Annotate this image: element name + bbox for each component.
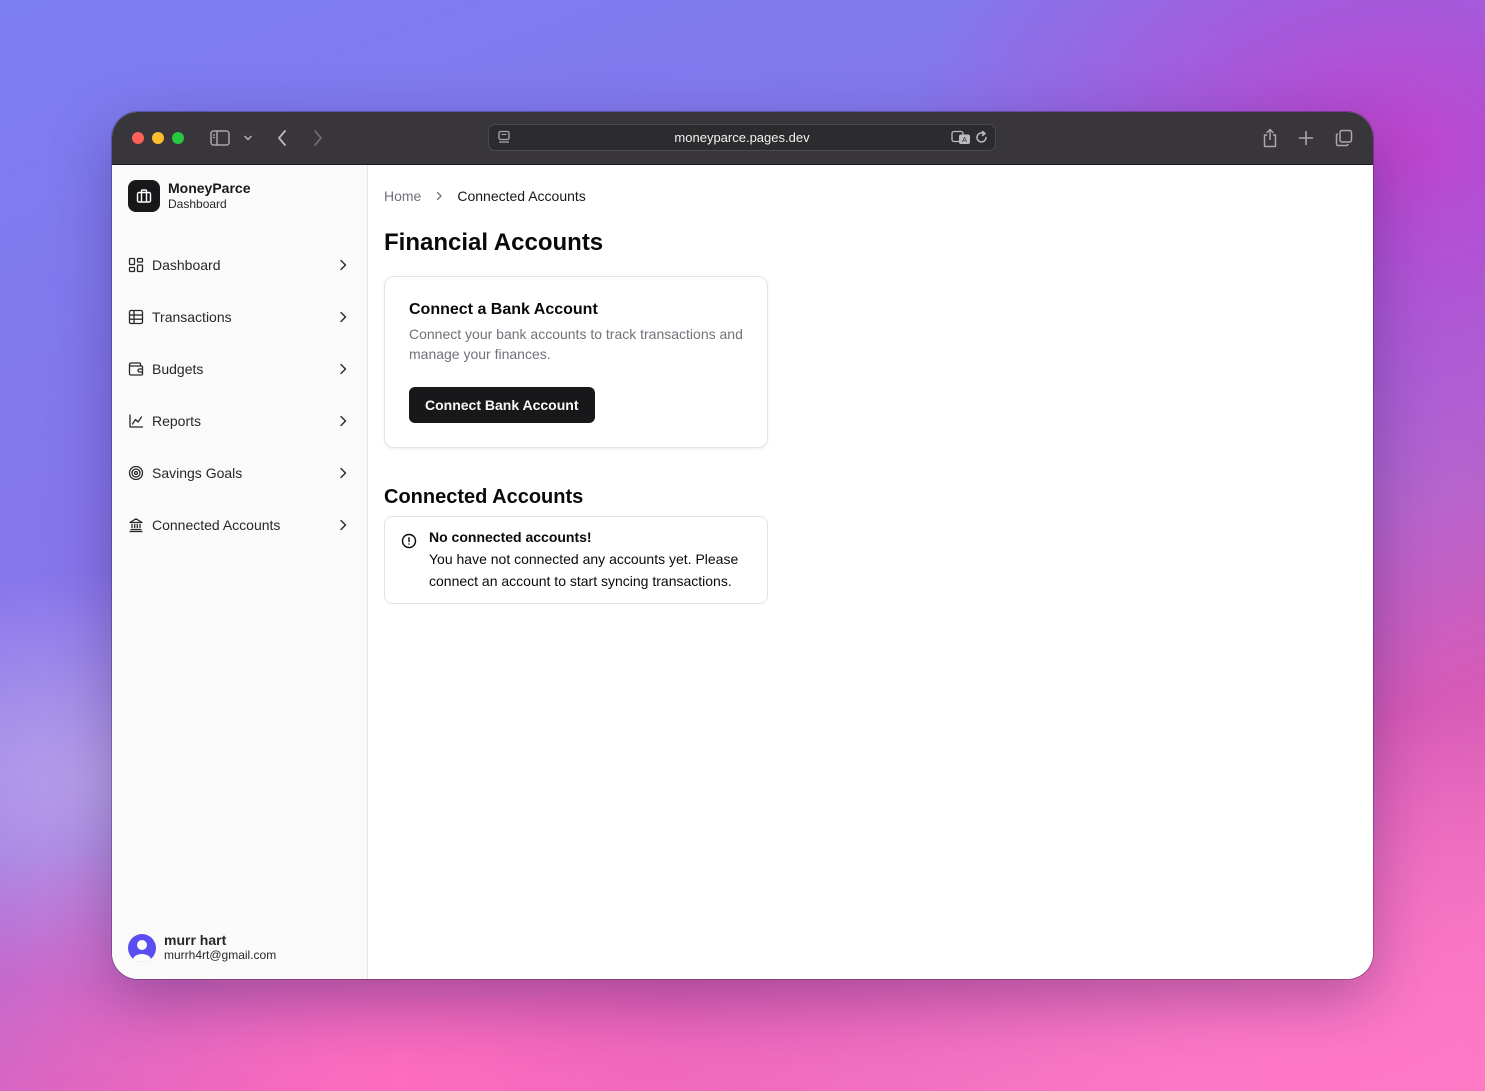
card-description: Connect your bank accounts to track tran…	[409, 326, 743, 362]
sidebar-item-label: Connected Accounts	[152, 517, 281, 533]
sidebar-item-budgets[interactable]: Budgets	[120, 351, 359, 387]
chart-line-icon	[128, 413, 144, 429]
sidebar-item-label: Reports	[152, 413, 202, 429]
sidebar-item-label: Budgets	[152, 361, 204, 377]
sidebar-toggle-icon[interactable]	[208, 126, 232, 150]
sidebar-item-dashboard[interactable]: Dashboard	[120, 247, 359, 283]
url-text[interactable]: moneyparce.pages.dev	[489, 125, 995, 150]
chevron-right-icon	[433, 190, 445, 202]
user-email: murrh4rt@gmail.com	[164, 948, 277, 962]
card-title: Connect a Bank Account	[409, 301, 598, 318]
chevron-right-icon	[335, 517, 351, 533]
alert-description: You have not connected any accounts yet.…	[429, 551, 739, 589]
browser-window: moneyparce.pages.dev A MoneyParce Dashbo…	[112, 112, 1373, 979]
connect-bank-account-button[interactable]: Connect Bank Account	[409, 387, 595, 423]
tab-overview-icon[interactable]	[1334, 126, 1354, 150]
avatar	[128, 934, 156, 962]
wallet-icon	[128, 361, 144, 377]
breadcrumb: Home Connected Accounts	[384, 188, 586, 204]
target-icon	[128, 465, 144, 481]
new-tab-icon[interactable]	[1296, 126, 1316, 150]
chevron-right-icon	[335, 257, 351, 273]
translate-icon[interactable]: A	[951, 130, 971, 150]
alert-circle-icon	[401, 533, 417, 549]
breadcrumb-current: Connected Accounts	[457, 188, 586, 204]
brand[interactable]: MoneyParce Dashboard	[128, 180, 250, 212]
browser-toolbar: moneyparce.pages.dev A	[112, 112, 1373, 165]
table-icon	[128, 309, 144, 325]
sidebar-item-connected-accounts[interactable]: Connected Accounts	[120, 507, 359, 543]
connect-bank-card: Connect a Bank Account Connect your bank…	[384, 276, 768, 448]
sidebar: MoneyParce Dashboard Dashboard Transacti…	[112, 165, 368, 979]
breadcrumb-home-link[interactable]: Home	[384, 188, 421, 204]
briefcase-icon	[128, 180, 160, 212]
chevron-right-icon	[335, 465, 351, 481]
address-bar[interactable]: moneyparce.pages.dev A	[488, 124, 996, 151]
reload-icon[interactable]	[974, 130, 989, 150]
minimize-window-button[interactable]	[152, 132, 164, 144]
close-window-button[interactable]	[132, 132, 144, 144]
chevron-right-icon	[335, 413, 351, 429]
user-icon	[133, 940, 151, 962]
layout-dashboard-icon	[128, 257, 144, 273]
back-icon[interactable]	[272, 126, 292, 150]
chevron-down-icon[interactable]	[240, 126, 256, 150]
zoom-window-button[interactable]	[172, 132, 184, 144]
connected-accounts-heading: Connected Accounts	[384, 486, 584, 508]
user-name: murr hart	[164, 932, 227, 948]
page-title: Financial Accounts	[384, 229, 604, 256]
landmark-icon	[128, 517, 144, 533]
sidebar-item-label: Dashboard	[152, 257, 221, 273]
no-accounts-alert: No connected accounts! You have not conn…	[384, 516, 768, 604]
sidebar-item-transactions[interactable]: Transactions	[120, 299, 359, 335]
alert-title: No connected accounts!	[429, 529, 592, 545]
brand-name: MoneyParce	[168, 180, 251, 196]
sidebar-item-label: Savings Goals	[152, 465, 243, 481]
forward-icon[interactable]	[308, 126, 328, 150]
main-content: Home Connected Accounts Financial Accoun…	[368, 165, 1373, 979]
brand-subtitle: Dashboard	[168, 197, 227, 211]
user-profile[interactable]: murr hart murrh4rt@gmail.com	[128, 933, 276, 963]
chevron-right-icon	[335, 309, 351, 325]
chevron-right-icon	[335, 361, 351, 377]
sidebar-nav: Dashboard Transactions Budgets Reports S…	[120, 247, 359, 559]
share-icon[interactable]	[1260, 126, 1280, 150]
sidebar-item-label: Transactions	[152, 309, 232, 325]
sidebar-item-savings-goals[interactable]: Savings Goals	[120, 455, 359, 491]
svg-text:A: A	[962, 137, 967, 144]
sidebar-item-reports[interactable]: Reports	[120, 403, 359, 439]
